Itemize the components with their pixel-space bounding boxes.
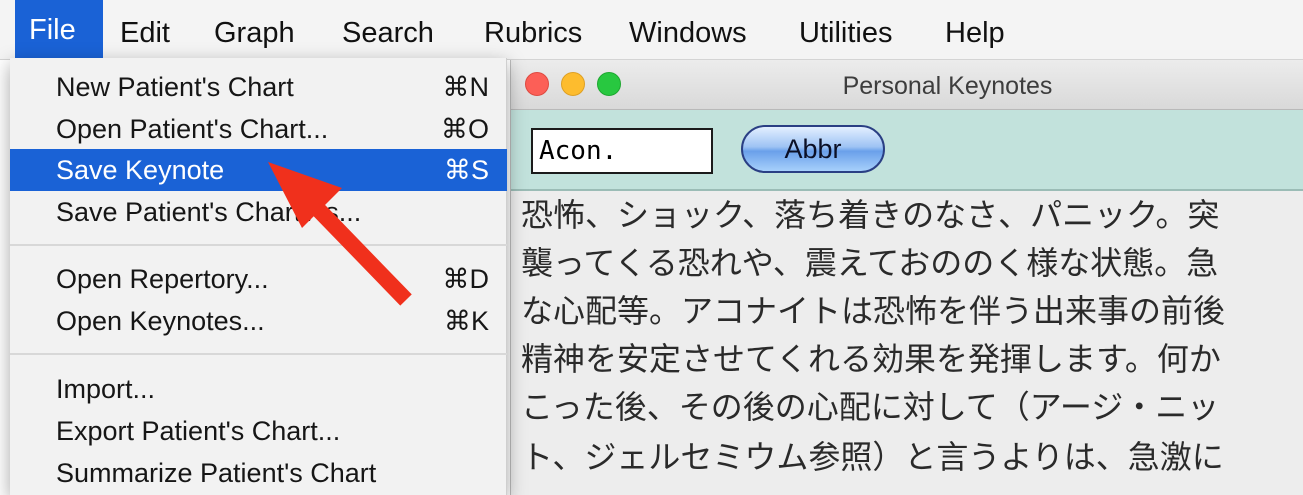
keynote-text-line: 襲ってくる恐れや、震えておののく様な状態。急 [521, 244, 1219, 282]
menu-utilities[interactable]: Utilities [787, 10, 904, 56]
menu-item-summarize-patients-chart[interactable]: Summarize Patient's Chart [10, 452, 507, 494]
menu-item-import[interactable]: Import... [10, 368, 507, 410]
menu-item-export-patients-chart[interactable]: Export Patient's Chart... [10, 410, 507, 452]
keynotes-toolbar: Acon. Abbr [511, 110, 1303, 191]
keynote-text-line: な心配等。アコナイトは恐怖を伴う出来事の前後 [521, 292, 1226, 330]
menu-item-new-patients-chart[interactable]: New Patient's Chart ⌘N [10, 66, 507, 108]
window-title: Personal Keynotes [842, 72, 1053, 100]
menu-item-shortcut: ⌘N [442, 72, 490, 102]
menu-separator [10, 353, 507, 355]
menu-bar: File Edit Graph Search Rubrics Windows U… [0, 0, 1303, 60]
menu-item-shortcut: ⌘D [442, 264, 490, 294]
menu-edit[interactable]: Edit [108, 10, 182, 56]
menu-item-label: Summarize Patient's Chart [56, 458, 377, 488]
menu-item-label: New Patient's Chart [56, 72, 294, 102]
menu-item-label: Open Repertory... [56, 264, 269, 294]
keynote-text-line: ト、ジェルセミウム参照）と言うよりは、急激に [521, 438, 1224, 476]
file-menu-dropdown: New Patient's Chart ⌘N Open Patient's Ch… [10, 58, 507, 495]
personal-keynotes-window: Personal Keynotes Acon. Abbr 恐怖、ショック、落ち着… [510, 60, 1303, 495]
window-titlebar[interactable]: Personal Keynotes [511, 60, 1303, 110]
menu-item-open-patients-chart[interactable]: Open Patient's Chart... ⌘O [10, 108, 507, 150]
menu-graph[interactable]: Graph [202, 10, 307, 56]
keynote-text-line: 恐怖、ショック、落ち着きのなさ、パニック。突 [521, 196, 1220, 234]
menu-rubrics[interactable]: Rubrics [472, 10, 594, 56]
menu-item-shortcut: ⌘S [443, 155, 489, 185]
menu-windows[interactable]: Windows [617, 10, 759, 56]
menu-item-open-keynotes[interactable]: Open Keynotes... ⌘K [10, 300, 507, 342]
menu-file[interactable]: File [15, 0, 103, 58]
menu-item-label: Import... [56, 374, 156, 404]
menu-help[interactable]: Help [933, 10, 1017, 56]
menu-search[interactable]: Search [330, 10, 446, 56]
abbr-button[interactable]: Abbr [741, 125, 885, 173]
menu-item-label: Open Patient's Chart... [56, 114, 329, 144]
menu-item-save-keynote[interactable]: Save Keynote ⌘S [10, 149, 507, 191]
menu-item-label: Export Patient's Chart... [56, 416, 341, 446]
keynote-text-line: 精神を安定させてくれる効果を発揮します。何か [521, 340, 1221, 378]
menu-item-save-patients-chart-as[interactable]: Save Patient's Chart As... [10, 191, 507, 233]
menu-separator [10, 244, 507, 246]
abbreviation-input[interactable]: Acon. [531, 128, 713, 174]
menu-item-label: Save Patient's Chart As... [56, 197, 362, 227]
keynote-text-area[interactable]: 恐怖、ショック、落ち着きのなさ、パニック。突 襲ってくる恐れや、震えておののく様… [511, 191, 1303, 495]
menu-item-open-repertory[interactable]: Open Repertory... ⌘D [10, 258, 507, 300]
menu-item-label: Save Keynote [56, 155, 225, 185]
menu-item-shortcut: ⌘K [443, 306, 489, 336]
keynote-text-line: こった後、その後の心配に対して（アージ・ニッ [521, 388, 1220, 426]
menu-item-label: Open Keynotes... [56, 306, 265, 336]
menu-item-shortcut: ⌘O [440, 114, 489, 144]
